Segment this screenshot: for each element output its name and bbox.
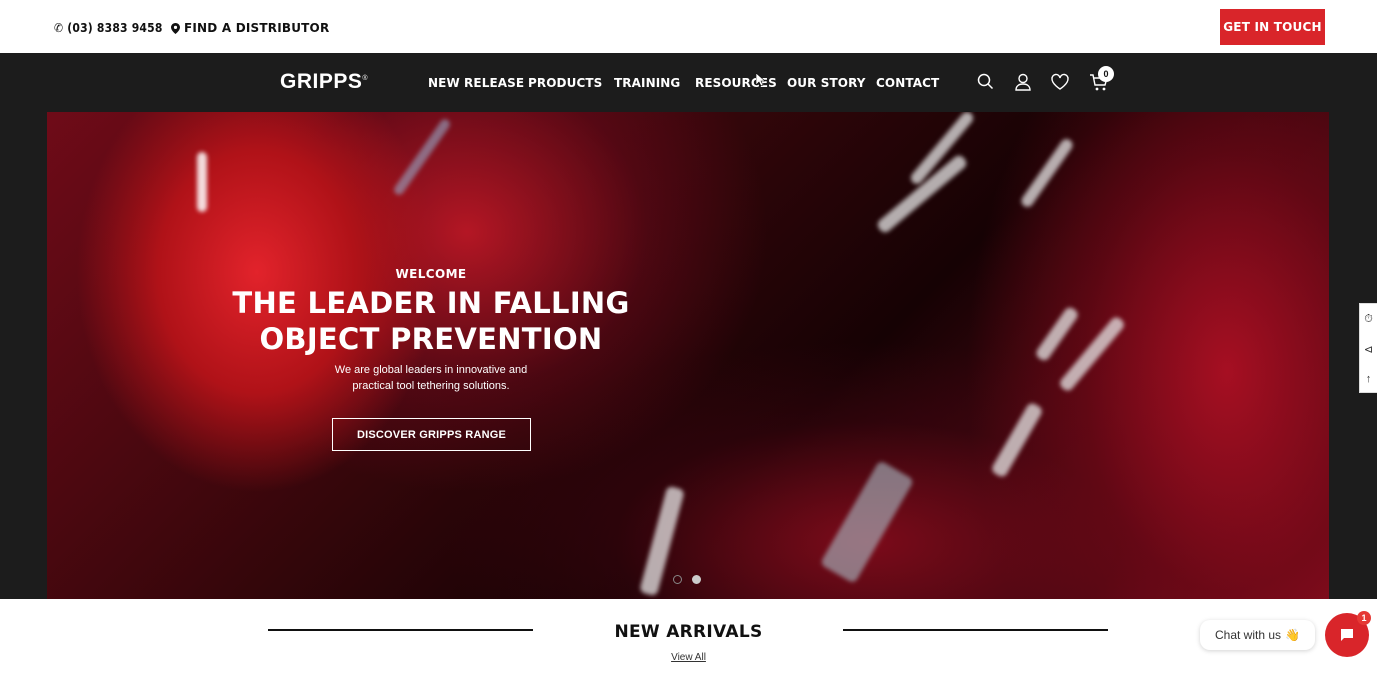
hero-subtitle-line1: We are global leaders in innovative and xyxy=(334,364,528,376)
get-in-touch-button[interactable]: GET IN TOUCH xyxy=(1220,9,1325,45)
mouse-cursor-icon xyxy=(756,73,765,86)
view-all-link[interactable]: View All xyxy=(671,652,706,663)
hero-image-streak xyxy=(392,117,452,197)
site-logo[interactable]: GRIPPS® xyxy=(280,70,368,94)
hero-image-streak xyxy=(819,460,915,584)
hero-image-streak xyxy=(197,152,207,212)
chat-bubble-icon xyxy=(1341,629,1353,641)
hero-headline-line2: OBJECT PREVENTION xyxy=(259,322,603,356)
phone-link[interactable]: ✆ (03) 8383 9458 xyxy=(54,21,163,35)
hero-slider[interactable]: WELCOME THE LEADER IN FALLING OBJECT PRE… xyxy=(47,112,1329,599)
recently-viewed-icon[interactable]: ⏱ xyxy=(1360,304,1377,334)
cart-count-badge: 0 xyxy=(1098,66,1114,82)
slider-dot-1[interactable] xyxy=(673,575,682,584)
hero-welcome: WELCOME xyxy=(395,267,467,281)
menu-item-contact[interactable]: CONTACT xyxy=(876,76,939,90)
slider-dot-2[interactable] xyxy=(692,575,701,584)
share-icon[interactable]: ⊲ xyxy=(1360,334,1377,364)
find-distributor-link[interactable]: FIND A DISTRIBUTOR xyxy=(171,21,329,35)
hero-image-streak xyxy=(990,401,1044,479)
search-icon[interactable] xyxy=(976,72,996,92)
user-icon[interactable] xyxy=(1013,72,1033,92)
hero-headline-line1: THE LEADER IN FALLING xyxy=(232,286,630,320)
menu-item-new-release[interactable]: NEW RELEASE xyxy=(428,76,524,90)
phone-number: (03) 8383 9458 xyxy=(67,21,163,35)
discover-range-button[interactable]: DISCOVER GRIPPS RANGE xyxy=(332,418,531,451)
back-to-top-icon[interactable]: ↑ xyxy=(1360,364,1377,394)
find-distributor-label: FIND A DISTRIBUTOR xyxy=(184,21,330,35)
hero-subtitle: We are global leaders in innovative and … xyxy=(47,362,815,394)
hero-image-streak xyxy=(1034,305,1080,363)
slider-dots xyxy=(673,575,701,584)
chat-notification-badge: 1 xyxy=(1357,611,1371,625)
hero-subtitle-line2: practical tool tethering solutions. xyxy=(352,380,510,392)
hero-image-streak xyxy=(1019,136,1075,210)
phone-icon: ✆ xyxy=(54,21,64,35)
new-arrivals-heading: NEW ARRIVALS xyxy=(614,622,763,642)
side-toolbar: ⏱ ⊲ ↑ xyxy=(1359,303,1377,393)
menu-item-products[interactable]: PRODUCTS xyxy=(528,76,602,90)
location-pin-icon xyxy=(171,22,180,34)
heart-icon[interactable] xyxy=(1050,72,1070,92)
top-bar: ✆ (03) 8383 9458 FIND A DISTRIBUTOR GET … xyxy=(0,0,1377,53)
menu-item-our-story[interactable]: OUR STORY xyxy=(787,76,866,90)
chat-prompt-label: Chat with us xyxy=(1215,628,1282,642)
hero-headline: THE LEADER IN FALLING OBJECT PREVENTION xyxy=(47,285,815,357)
menu-item-training[interactable]: TRAINING xyxy=(614,76,680,90)
waving-hand-icon: 👋 xyxy=(1285,628,1300,642)
chat-prompt[interactable]: Chat with us 👋 xyxy=(1200,620,1315,650)
